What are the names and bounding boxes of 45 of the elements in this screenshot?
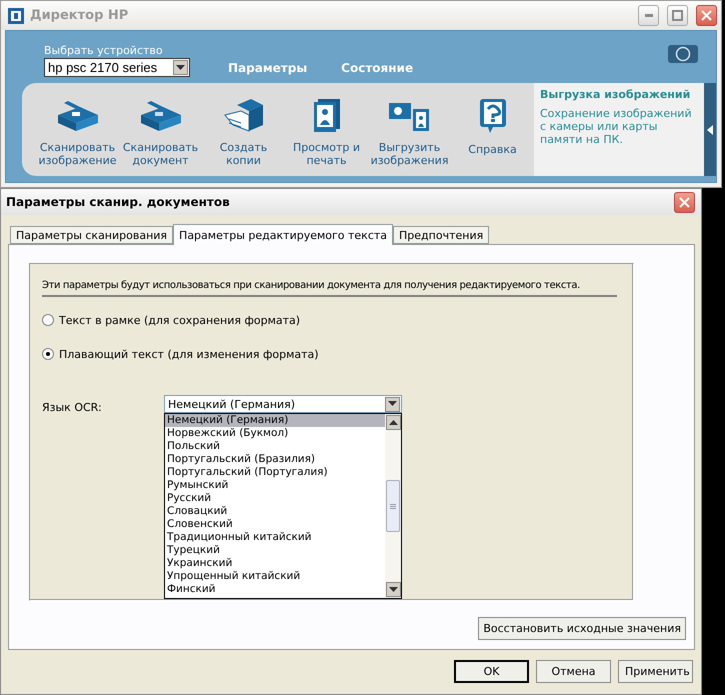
tab[interactable]: Предпочтения <box>393 226 490 244</box>
intro-text: Эти параметры будут использоваться при сканировании документа для получения редактируемого текста. <box>42 280 617 297</box>
tool-button[interactable]: Сканировать изображение <box>36 97 119 167</box>
dialog-title: Параметры сканир. документов <box>6 195 230 209</box>
minimize-button[interactable] <box>638 5 659 26</box>
dialog-button[interactable]: OK <box>454 660 529 683</box>
tool-button[interactable]: Выгрузить изображения <box>368 97 451 167</box>
scroll-thumb[interactable] <box>386 480 400 532</box>
ocr-label: Язык OCR: <box>42 401 103 414</box>
help-icon <box>478 97 508 135</box>
up-arrow-icon[interactable] <box>388 420 398 426</box>
close-icon[interactable] <box>701 10 712 21</box>
device-select[interactable]: hp psc 2170 series <box>44 58 190 77</box>
copier-icon <box>222 97 264 133</box>
arrow-left-icon[interactable] <box>707 124 714 134</box>
app-icon <box>8 8 24 24</box>
window-title: Директор HP <box>30 8 130 23</box>
info-text: Сохранение изображений с камеры или карты памяти на ПК. <box>540 107 693 146</box>
dialog-button[interactable]: Отмена <box>536 660 611 683</box>
tool-button[interactable]: Создать копии <box>202 97 285 167</box>
scrollbar[interactable] <box>385 414 401 598</box>
logo-icon <box>668 45 698 63</box>
radio-option[interactable]: Плавающий текст (для изменения формата) <box>42 347 617 361</box>
down-arrow-icon[interactable] <box>388 586 398 592</box>
ocr-combo[interactable]: Немецкий (Германия) <box>164 395 402 413</box>
tab[interactable]: Параметры редактируемого текста <box>173 224 394 245</box>
list-item[interactable]: Немецкий (Германия) <box>165 414 385 427</box>
tool-button[interactable]: Просмотр и печать <box>285 97 368 167</box>
tab[interactable]: Параметры сканирования <box>10 226 174 244</box>
close-button[interactable] <box>696 5 717 26</box>
close-icon[interactable] <box>679 196 690 208</box>
maximize-icon[interactable] <box>672 10 683 21</box>
maximize-button[interactable] <box>667 5 688 26</box>
close-button[interactable] <box>674 192 695 212</box>
radio-option[interactable]: Текст в рамке (для сохранения формата) <box>42 313 617 327</box>
dialog-button[interactable]: Применить <box>618 660 693 683</box>
restore-defaults-button[interactable]: Восстановить исходные значения <box>478 617 686 640</box>
side-tab[interactable] <box>704 83 716 176</box>
info-title: Выгрузка изображений <box>540 88 692 101</box>
device-label: Выбрать устройство <box>44 44 164 57</box>
caret-icon[interactable] <box>388 401 397 407</box>
tool-button[interactable]: Сканировать документ <box>119 97 202 167</box>
minimize-icon[interactable] <box>644 14 652 17</box>
tool-button[interactable]: Справка <box>451 97 534 156</box>
caret-icon[interactable] <box>176 64 185 70</box>
